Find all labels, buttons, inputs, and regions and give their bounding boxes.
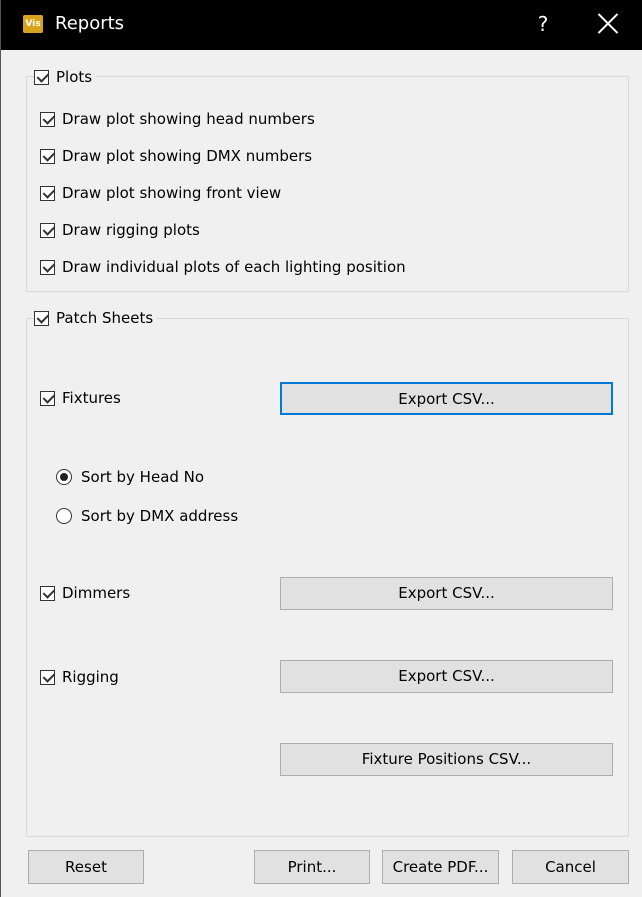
reports-dialog: Vis Reports ? Plots Draw plot showing he… bbox=[0, 0, 642, 897]
option-individual-plots[interactable]: Draw individual plots of each lighting p… bbox=[40, 256, 410, 278]
checkbox-icon bbox=[40, 390, 56, 406]
rigging-export-csv-button[interactable]: Export CSV... bbox=[280, 660, 613, 693]
radio-label: Sort by Head No bbox=[81, 468, 205, 486]
rigging-checkbox[interactable]: Rigging bbox=[40, 666, 123, 688]
print-button[interactable]: Print... bbox=[254, 850, 370, 884]
checkbox-icon bbox=[40, 222, 56, 238]
checkbox-icon bbox=[40, 148, 56, 164]
close-icon[interactable] bbox=[591, 7, 625, 41]
plots-checkbox[interactable]: Plots bbox=[34, 66, 97, 88]
option-head-numbers[interactable]: Draw plot showing head numbers bbox=[40, 108, 319, 130]
fixtures-checkbox[interactable]: Fixtures bbox=[40, 387, 125, 409]
checkbox-icon bbox=[40, 669, 56, 685]
option-dmx-numbers[interactable]: Draw plot showing DMX numbers bbox=[40, 145, 317, 167]
fixtures-label: Fixtures bbox=[62, 389, 121, 407]
patch-sheets-label: Patch Sheets bbox=[56, 309, 154, 327]
help-button[interactable]: ? bbox=[529, 9, 557, 39]
radio-label: Sort by DMX address bbox=[81, 507, 239, 525]
option-rigging-plots[interactable]: Draw rigging plots bbox=[40, 219, 204, 241]
window-title: Reports bbox=[55, 13, 125, 34]
checkbox-icon bbox=[34, 310, 50, 326]
dimmers-export-csv-button[interactable]: Export CSV... bbox=[280, 577, 613, 610]
option-label: Draw plot showing front view bbox=[62, 184, 282, 202]
checkbox-icon bbox=[40, 111, 56, 127]
sort-by-head-radio[interactable]: Sort by Head No bbox=[56, 466, 204, 488]
cancel-button[interactable]: Cancel bbox=[512, 850, 629, 884]
radio-selected-icon bbox=[56, 469, 72, 485]
create-pdf-button[interactable]: Create PDF... bbox=[382, 850, 499, 884]
patch-sheets-checkbox[interactable]: Patch Sheets bbox=[34, 307, 158, 329]
radio-unselected-icon bbox=[56, 508, 72, 524]
app-icon: Vis bbox=[23, 15, 43, 33]
rigging-label: Rigging bbox=[62, 668, 119, 686]
fixture-positions-csv-button[interactable]: Fixture Positions CSV... bbox=[280, 743, 613, 776]
reset-button[interactable]: Reset bbox=[28, 850, 144, 884]
option-label: Draw plot showing head numbers bbox=[62, 110, 315, 128]
sort-by-dmx-radio[interactable]: Sort by DMX address bbox=[56, 505, 238, 527]
checkbox-icon bbox=[40, 185, 56, 201]
checkbox-icon bbox=[34, 69, 50, 85]
option-front-view[interactable]: Draw plot showing front view bbox=[40, 182, 286, 204]
dimmers-label: Dimmers bbox=[62, 584, 131, 602]
option-label: Draw rigging plots bbox=[62, 221, 200, 239]
option-label: Draw individual plots of each lighting p… bbox=[62, 258, 406, 276]
fixtures-export-csv-button[interactable]: Export CSV... bbox=[280, 382, 613, 415]
dimmers-checkbox[interactable]: Dimmers bbox=[40, 582, 135, 604]
checkbox-icon bbox=[40, 585, 56, 601]
checkbox-icon bbox=[40, 259, 56, 275]
option-label: Draw plot showing DMX numbers bbox=[62, 147, 313, 165]
plots-label: Plots bbox=[56, 68, 93, 86]
title-bar[interactable]: Vis Reports ? bbox=[1, 0, 642, 50]
